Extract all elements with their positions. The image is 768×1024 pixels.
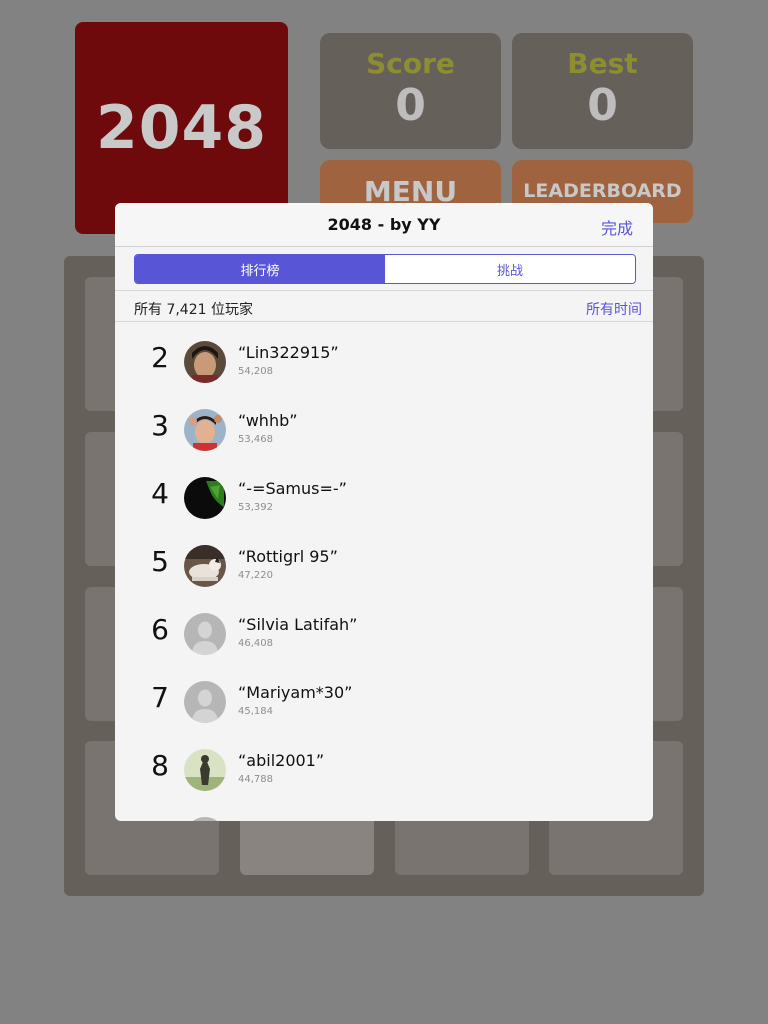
rank-number: 5 — [151, 545, 169, 578]
logo-text: 2048 — [96, 93, 267, 163]
rank-number: 2 — [151, 341, 169, 374]
score-value: 0 — [395, 80, 426, 131]
player-score: 45,184 — [238, 706, 273, 717]
player-name: “Silvia Latifah” — [238, 615, 358, 634]
dark-photo-avatar — [184, 477, 226, 519]
group-photo-avatar — [184, 409, 226, 451]
players-summary: 所有 7,421 位玩家 — [134, 302, 253, 318]
score-label: Score — [366, 47, 455, 80]
leaderboard-modal: 2048 - by YY 完成 排行榜 挑战 所有 7,421 位玩家 所有时间… — [115, 203, 653, 821]
leaderboard-row[interactable]: 6 “Silvia Latifah” 46,408 — [115, 599, 653, 667]
leaderboard-row[interactable]: 2 “Lin322915” 54,208 — [115, 327, 653, 395]
player-name: “Lin322915” — [238, 343, 339, 362]
modal-title: 2048 - by YY — [327, 215, 441, 234]
best-value: 0 — [587, 80, 618, 131]
best-box: Best 0 — [512, 33, 693, 149]
rank-number: 8 — [151, 749, 169, 782]
default-avatar-icon — [184, 681, 226, 723]
player-score: 44,788 — [238, 774, 273, 785]
rank-number: 3 — [151, 409, 169, 442]
tab-leaderboard[interactable]: 排行榜 — [135, 255, 385, 283]
score-box: Score 0 — [320, 33, 501, 149]
player-name: “Mariyam*30” — [238, 683, 353, 702]
modal-header: 2048 - by YY 完成 — [115, 203, 653, 247]
rank-number: 4 — [151, 477, 169, 510]
outdoor-photo-avatar — [184, 749, 226, 791]
player-name: “whhb” — [238, 411, 298, 430]
player-name: “abil2001” — [238, 751, 325, 770]
player-score: 47,220 — [238, 570, 273, 581]
player-score: 46,408 — [238, 638, 273, 649]
done-button[interactable]: 完成 — [601, 215, 633, 239]
leaderboard-row[interactable]: 3 “whhb” 53,468 — [115, 395, 653, 463]
default-avatar-icon — [184, 817, 226, 821]
player-score: 53,392 — [238, 502, 273, 513]
person-photo-avatar — [184, 341, 226, 383]
leaderboard-row-partial — [115, 803, 653, 821]
tab-challenges[interactable]: 挑战 — [385, 255, 635, 283]
leaderboard-button-label: LEADERBOARD — [523, 180, 682, 202]
segmented-control: 排行榜 挑战 — [134, 254, 636, 284]
leaderboard-row[interactable]: 7 “Mariyam*30” 45,184 — [115, 667, 653, 735]
rank-number: 6 — [151, 613, 169, 646]
default-avatar-icon — [184, 613, 226, 655]
leaderboard-row[interactable]: 5 “Rottigrl 95” 47,220 — [115, 531, 653, 599]
player-name: “-=Samus=-” — [238, 479, 347, 498]
leaderboard-row[interactable]: 4 “-=Samus=-” 53,392 — [115, 463, 653, 531]
dog-photo-avatar — [184, 545, 226, 587]
player-score: 54,208 — [238, 366, 273, 377]
leaderboard-row[interactable]: 8 “abil2001” 44,788 — [115, 735, 653, 803]
rank-number: 7 — [151, 681, 169, 714]
filter-bar: 所有 7,421 位玩家 所有时间 — [115, 290, 653, 322]
player-name: “Rottigrl 95” — [238, 547, 338, 566]
time-filter-button[interactable]: 所有时间 — [586, 299, 642, 319]
best-label: Best — [567, 47, 638, 80]
player-score: 53,468 — [238, 434, 273, 445]
